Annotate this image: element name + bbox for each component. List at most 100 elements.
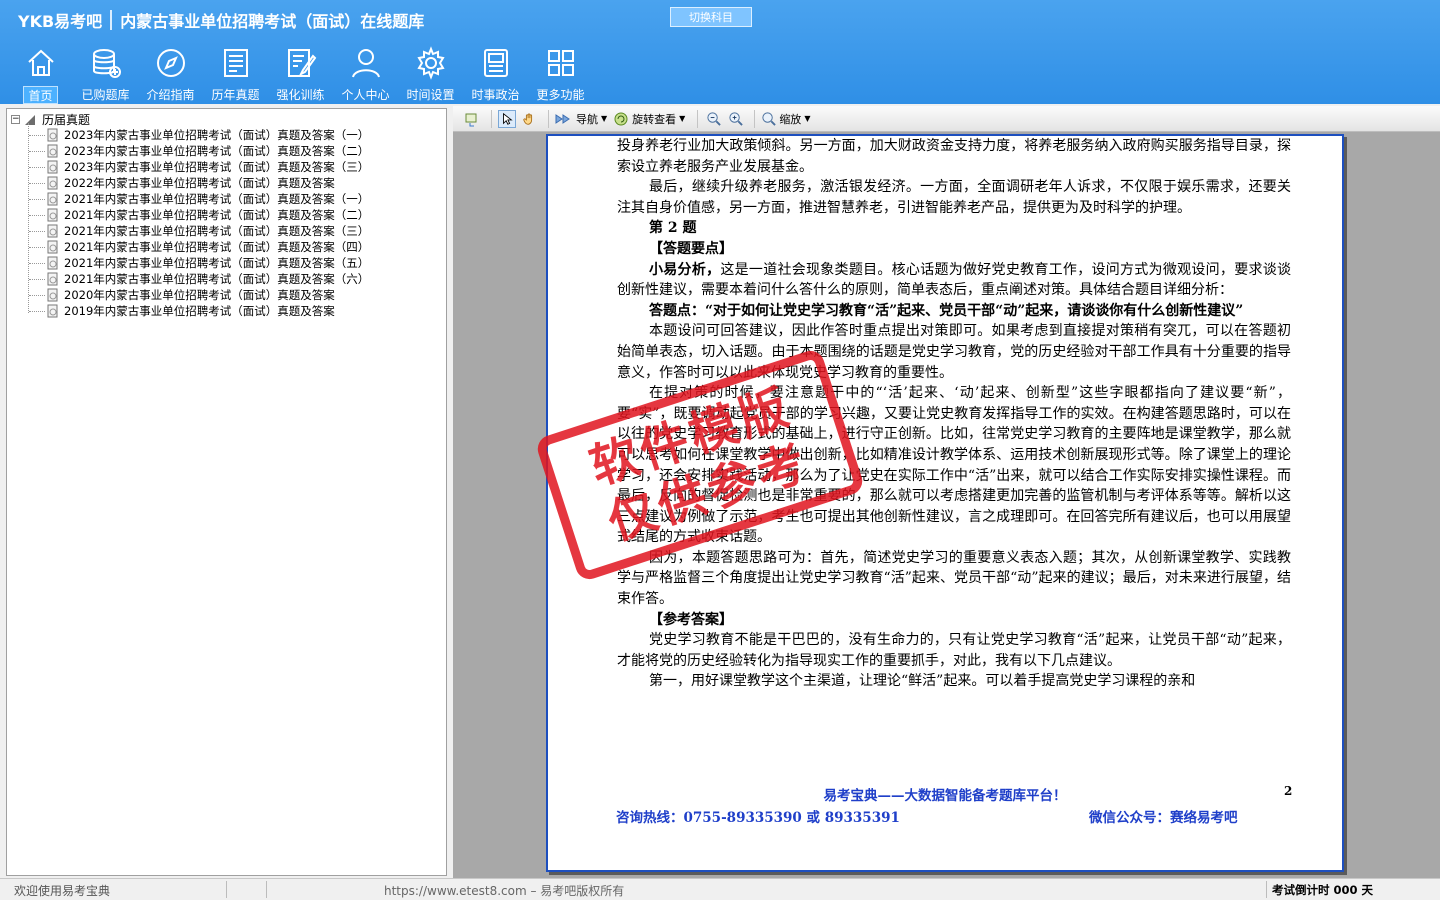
- paragraph: 因为，本题答题思路可为：首先，简述党史学习的重要意义表态入题；其次，从创新课堂教…: [617, 549, 1291, 608]
- switch-subject-button[interactable]: 切换科目: [670, 7, 752, 27]
- tree-item[interactable]: 2021年内蒙古事业单位招聘考试（面试）真题及答案（三）: [29, 223, 369, 239]
- rotate-view-dropdown[interactable]: 旋转查看 ▼: [613, 111, 685, 127]
- document-icon: [47, 240, 58, 254]
- nav-label: 个人中心: [341, 88, 390, 102]
- tree-item[interactable]: 2021年内蒙古事业单位招聘考试（面试）真题及答案（五）: [29, 255, 369, 271]
- hand-pan-icon[interactable]: [520, 110, 538, 128]
- page-number: 2: [1284, 784, 1293, 798]
- viewer-toolbar: 导航 ▼ 旋转查看 ▼ 缩放 ▼: [453, 106, 1440, 132]
- paragraph: 最后，继续升级养老服务，激活银发经济。一方面，全面调研老年人诉求，不仅限于娱乐需…: [617, 179, 1291, 216]
- question-title: 第 2 题: [649, 220, 697, 237]
- section-heading: 【答题要点】: [649, 240, 733, 257]
- status-copyright: https://www.etest8.com – 易考吧版权所有: [384, 884, 625, 898]
- tree-item[interactable]: 2020年内蒙古事业单位招聘考试（面试）真题及答案: [29, 287, 369, 303]
- nav-current-affairs[interactable]: 时事政治: [463, 46, 528, 104]
- home-icon: [27, 49, 54, 76]
- wechat-text: 微信公众号：赛络易考吧: [1089, 810, 1238, 826]
- nav-guide[interactable]: 介绍指南: [138, 46, 203, 104]
- tree-root-label: 历届真题: [42, 113, 91, 127]
- status-welcome: 欢迎使用易考宝典: [14, 884, 111, 898]
- nav-label: 历年真题: [211, 88, 260, 102]
- status-divider: [266, 881, 267, 898]
- status-divider: [1266, 881, 1267, 898]
- hotline-text: 咨询热线：0755-89335390 或 89335391: [616, 810, 900, 826]
- document-viewer: 导航 ▼ 旋转查看 ▼ 缩放 ▼ 投身养老行业加大政策倾斜。另一方面，加大财政资金支持…: [453, 106, 1440, 878]
- section-heading: 【参考答案】: [649, 611, 733, 628]
- tree-item[interactable]: 2021年内蒙古事业单位招聘考试（面试）真题及答案（四）: [29, 239, 369, 255]
- nav-personal-center[interactable]: 个人中心: [333, 46, 398, 104]
- nav-home[interactable]: 首页: [8, 46, 73, 104]
- gear-icon: [416, 46, 445, 80]
- navigate-arrows-icon: [555, 113, 570, 124]
- nav-label: 更多功能: [536, 88, 585, 102]
- brand-divider: [110, 10, 113, 30]
- document-page: 投身养老行业加大政策倾斜。另一方面，加大财政资金支持力度，将养老服务纳入政府购买…: [546, 134, 1344, 872]
- edit-document-icon: [287, 49, 316, 77]
- nav-label: 强化训练: [276, 88, 325, 102]
- caret-down-icon: ▼: [679, 114, 686, 123]
- nav-label: 时事政治: [471, 88, 520, 102]
- document-icon: [47, 224, 58, 238]
- answer-point: 答题点：“对于如何让党史学习教育“活”起来、党员干部“动”起来，请谈谈你有什么创…: [649, 302, 1244, 319]
- paragraph: 第一，用好课堂教学这个主渠道，让理论“鲜活”起来。可以着手提高党史学习课程的亲和: [649, 673, 1196, 690]
- zoom-in-icon[interactable]: [726, 110, 744, 128]
- thumbnail-toggle-icon[interactable]: [463, 110, 481, 128]
- paper-tree-panel: − 历届真题 2023年内蒙古事业单位招聘考试（面试）真题及答案（一） 2023…: [6, 108, 447, 876]
- magnifier-icon: [762, 112, 777, 126]
- paragraph: 本题设问可回答建议，因此作答时重点提出对策即可。如果考虑到直接提对策稍有突兀，可…: [617, 323, 1291, 381]
- nav-purchased-banks[interactable]: 已购题库: [73, 46, 138, 104]
- tree-root[interactable]: − 历届真题: [11, 111, 90, 128]
- tree-item[interactable]: 2021年内蒙古事业单位招聘考试（面试）真题及答案（六）: [29, 271, 369, 287]
- document-list-icon: [223, 49, 248, 77]
- document-icon: [47, 176, 58, 190]
- nav-label: 已购题库: [81, 88, 130, 102]
- app-title: 内蒙古事业单位招聘考试（面试）在线题库: [120, 12, 425, 31]
- status-divider: [226, 881, 227, 898]
- document-icon: [47, 256, 58, 270]
- tree-item[interactable]: 2022年内蒙古事业单位招聘考试（面试）真题及答案: [29, 175, 369, 191]
- collapse-icon[interactable]: −: [11, 115, 20, 124]
- caret-down-icon: ▼: [804, 114, 811, 123]
- document-icon: [47, 128, 58, 142]
- tree-item[interactable]: 2021年内蒙古事业单位招聘考试（面试）真题及答案（二）: [29, 207, 369, 223]
- document-icon: [47, 192, 58, 206]
- tree-item[interactable]: 2023年内蒙古事业单位招聘考试（面试）真题及答案（二）: [29, 143, 369, 159]
- exam-countdown: 考试倒计时 000 天: [1272, 883, 1374, 897]
- page-body: 投身养老行业加大政策倾斜。另一方面，加大财政资金支持力度，将养老服务纳入政府购买…: [617, 136, 1291, 692]
- page-footer-title: 易考宝典——大数据智能备考题库平台！: [823, 788, 1067, 804]
- paragraph: 投身养老行业加大政策倾斜。另一方面，加大财政资金支持力度，将养老服务纳入政府购买…: [617, 138, 1291, 175]
- paragraph: 在提对策的时候，要注意题干中的“‘活’起来、‘动’起来、创新型”这些字眼都指向了…: [617, 385, 1291, 546]
- tree-item[interactable]: 2023年内蒙古事业单位招聘考试（面试）真题及答案（一）: [29, 127, 369, 143]
- app-brand: YKB易考吧 内蒙古事业单位招聘考试（面试）在线题库: [18, 8, 424, 32]
- status-bar: 欢迎使用易考宝典 https://www.etest8.com – 易考吧版权所…: [0, 878, 1440, 900]
- folder-triangle-icon: [25, 114, 35, 125]
- tree-item[interactable]: 2019年内蒙古事业单位招聘考试（面试）真题及答案: [29, 303, 369, 319]
- document-icon: [47, 208, 58, 222]
- top-header: YKB易考吧 内蒙古事业单位招聘考试（面试）在线题库 切换科目 首页 已购题库 …: [0, 0, 1440, 104]
- nav-label: 时间设置: [406, 88, 455, 102]
- nav-label: 首页: [23, 86, 58, 104]
- document-icon: [47, 272, 58, 286]
- caret-down-icon: ▼: [601, 114, 608, 123]
- document-icon: [47, 288, 58, 302]
- nav-training[interactable]: 强化训练: [268, 46, 333, 104]
- nav-time-settings[interactable]: 时间设置: [398, 46, 463, 104]
- nav-more-features[interactable]: 更多功能: [528, 46, 593, 104]
- newspaper-icon: [483, 49, 508, 77]
- document-icon: [47, 304, 58, 318]
- nav-label: 介绍指南: [146, 88, 195, 102]
- document-icon: [47, 160, 58, 174]
- user-icon: [351, 49, 380, 78]
- navigate-dropdown[interactable]: 导航 ▼: [555, 111, 607, 127]
- brand-logo-text: YKB易考吧: [18, 12, 103, 31]
- paragraph: 党史学习教育不能是干巴巴的，没有生命力的，只有让党史学习教育“活”起来，让党员干…: [617, 632, 1291, 669]
- zoom-out-icon[interactable]: [704, 110, 722, 128]
- tree-item[interactable]: 2023年内蒙古事业单位招聘考试（面试）真题及答案（三）: [29, 159, 369, 175]
- select-cursor-icon[interactable]: [498, 109, 516, 128]
- analysis-paragraph: 小易分析，这是一道社会现象类题目。核心话题为做好党史教育工作，设问方式为微观设问…: [617, 261, 1292, 299]
- document-icon: [47, 144, 58, 158]
- zoom-dropdown[interactable]: 缩放 ▼: [761, 111, 810, 127]
- tree-item[interactable]: 2021年内蒙古事业单位招聘考试（面试）真题及答案（一）: [29, 191, 369, 207]
- main-nav: 首页 已购题库 介绍指南 历年真题 强化训练 个人中心 时间设置 时事政治 更多…: [8, 46, 593, 104]
- nav-past-papers[interactable]: 历年真题: [203, 46, 268, 104]
